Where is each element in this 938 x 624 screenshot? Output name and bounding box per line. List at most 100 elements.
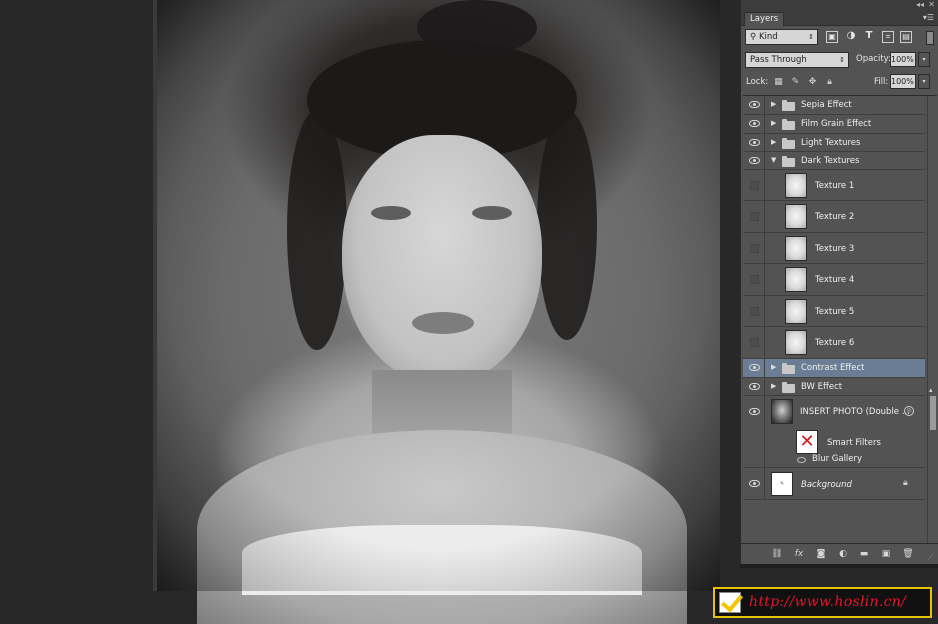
visibility-cell[interactable] [743, 264, 765, 295]
layer-thumbnail [785, 330, 807, 355]
resize-grip-icon[interactable]: ⋰ [927, 553, 934, 561]
adjustment-layer-icon[interactable]: ◐ [837, 548, 849, 560]
scrollbar-thumb[interactable] [930, 396, 936, 430]
blend-mode-select[interactable]: Pass Through ⇕ [745, 52, 849, 68]
kind-filter-value: Kind [758, 32, 778, 42]
watermark-url: http://www.hoslin.cn/ [749, 594, 907, 610]
type-layer-filter-icon[interactable]: T [863, 31, 875, 43]
filter-toggle-switch[interactable] [926, 31, 934, 45]
expand-arrow-icon[interactable]: ▶ [771, 138, 776, 146]
visibility-off-box[interactable] [750, 181, 759, 190]
new-layer-icon[interactable]: ▣ [880, 548, 892, 560]
layer-row-texture-3[interactable]: Texture 3 [743, 233, 925, 264]
layer-row-sepia-effect[interactable]: ▶ Sepia Effect [743, 96, 925, 115]
layer-name: Film Grain Effect [801, 119, 872, 129]
layer-row-texture-1[interactable]: Texture 1 [743, 170, 925, 201]
layer-row-insert-photo[interactable]: INSERT PHOTO (Double ... ◎ [743, 396, 925, 468]
layer-row-texture-2[interactable]: Texture 2 [743, 201, 925, 233]
expand-arrow-icon[interactable]: ▶ [771, 363, 776, 371]
visibility-off-box[interactable] [750, 212, 759, 221]
visibility-cell[interactable] [743, 96, 765, 114]
fill-field[interactable]: 100% [890, 74, 916, 89]
layer-row-light-textures[interactable]: ▶ Light Textures [743, 134, 925, 152]
opacity-arrow-icon[interactable]: ▾ [918, 52, 930, 67]
layer-name: Texture 5 [815, 307, 855, 317]
eye-icon[interactable] [749, 383, 760, 390]
canvas-photo[interactable] [153, 0, 720, 624]
left-eye-shape [371, 206, 411, 220]
lock-all-icon[interactable]: 🔒︎ [824, 77, 835, 88]
visibility-off-box[interactable] [750, 275, 759, 284]
visibility-off-box[interactable] [750, 307, 759, 316]
link-layers-icon[interactable]: ⛓ [771, 548, 783, 560]
kind-filter-select[interactable]: ⚲ Kind ⇕ [745, 29, 818, 45]
eye-icon[interactable] [749, 364, 760, 371]
collapse-arrow-icon[interactable]: ▼ [771, 156, 776, 164]
lock-transparency-icon[interactable]: ▦ [773, 77, 784, 88]
layers-scrollbar[interactable]: ▴ [927, 96, 937, 544]
layer-row-texture-6[interactable]: Texture 6 [743, 327, 925, 359]
visibility-off-box[interactable] [750, 244, 759, 253]
layer-name: Background [801, 480, 852, 490]
eye-icon[interactable] [749, 139, 760, 146]
visibility-cell[interactable] [743, 296, 765, 326]
add-mask-icon[interactable]: ◙ [815, 548, 827, 560]
expand-arrow-icon[interactable]: ▶ [771, 100, 776, 108]
visibility-cell[interactable] [743, 468, 765, 499]
delete-layer-icon[interactable]: 🗑︎ [902, 548, 914, 560]
layer-row-smart-filters[interactable]: ✕ Smart Filters [743, 428, 925, 454]
pixel-layer-filter-icon[interactable]: ▣ [826, 31, 838, 43]
eye-icon[interactable] [749, 157, 760, 164]
visibility-cell[interactable] [743, 134, 765, 151]
opacity-field[interactable]: 100% [890, 52, 916, 67]
smart-object-filter-icon[interactable]: ▤ [900, 31, 912, 43]
layer-thumbnail [785, 204, 807, 229]
collapse-panel-icon[interactable]: ◂◂ [916, 0, 924, 10]
visibility-cell[interactable] [743, 327, 765, 358]
expand-arrow-icon[interactable]: ▶ [771, 382, 776, 390]
layer-name: Texture 3 [815, 244, 855, 254]
visibility-cell[interactable] [743, 233, 765, 263]
adjustment-layer-filter-icon[interactable]: ◑ [845, 31, 857, 43]
expand-arrow-icon[interactable]: ▶ [771, 119, 776, 127]
visibility-cell[interactable] [743, 152, 765, 169]
lock-position-icon[interactable]: ✥ [807, 77, 818, 88]
eye-icon[interactable] [749, 480, 760, 487]
hair-shape [287, 110, 347, 350]
layer-name: Contrast Effect [801, 363, 865, 373]
smart-object-thumbnail [771, 399, 793, 424]
layer-list: ▶ Sepia Effect ▶ Film Grain Effect ▶ Lig… [743, 95, 937, 544]
visibility-cell[interactable] [743, 201, 765, 232]
tab-layers[interactable]: Layers [744, 12, 785, 26]
visibility-cell[interactable] [743, 170, 765, 200]
new-group-icon[interactable]: ▬ [858, 548, 870, 560]
fill-arrow-icon[interactable]: ▾ [918, 74, 930, 89]
shape-layer-filter-icon[interactable]: ⌗ [882, 31, 894, 43]
layer-row-dark-textures[interactable]: ▼ Dark Textures [743, 152, 925, 170]
layer-row-contrast-effect[interactable]: ▶ Contrast Effect [743, 359, 925, 378]
layer-row-texture-5[interactable]: Texture 5 [743, 296, 925, 327]
panel-title-bar: ◂◂ ✕ [741, 0, 938, 10]
visibility-off-box[interactable] [750, 338, 759, 347]
filter-visibility-eye-icon[interactable] [797, 457, 806, 463]
layer-row-bw-effect[interactable]: ▶ BW Effect [743, 378, 925, 396]
lock-pixels-icon[interactable]: ✎ [790, 77, 801, 88]
layer-lock-icon[interactable]: 🔒︎ [903, 478, 908, 488]
panel-bottom-toolbar: ⛓ fx ◙ ◐ ▬ ▣ 🗑︎ ⋰ [741, 543, 938, 564]
layer-row-film-grain-effect[interactable]: ▶ Film Grain Effect [743, 115, 925, 134]
scroll-up-arrow-icon[interactable]: ▴ [929, 386, 933, 394]
eye-icon[interactable] [749, 101, 760, 108]
layer-style-fx-icon[interactable]: fx [793, 548, 805, 560]
visibility-cell[interactable] [743, 378, 765, 395]
eye-icon[interactable] [749, 408, 760, 415]
layer-row-blur-gallery[interactable]: Blur Gallery [743, 452, 925, 468]
layer-thumbnail [785, 267, 807, 292]
eye-icon[interactable] [749, 120, 760, 127]
layer-row-background[interactable]: ✎ Background 🔒︎ [743, 468, 925, 500]
panel-menu-icon[interactable]: ▾☰ [923, 13, 934, 22]
visibility-cell[interactable] [743, 359, 765, 377]
close-panel-icon[interactable]: ✕ [928, 0, 935, 10]
layer-name: Sepia Effect [801, 100, 852, 110]
layer-row-texture-4[interactable]: Texture 4 [743, 264, 925, 296]
visibility-cell[interactable] [743, 115, 765, 133]
